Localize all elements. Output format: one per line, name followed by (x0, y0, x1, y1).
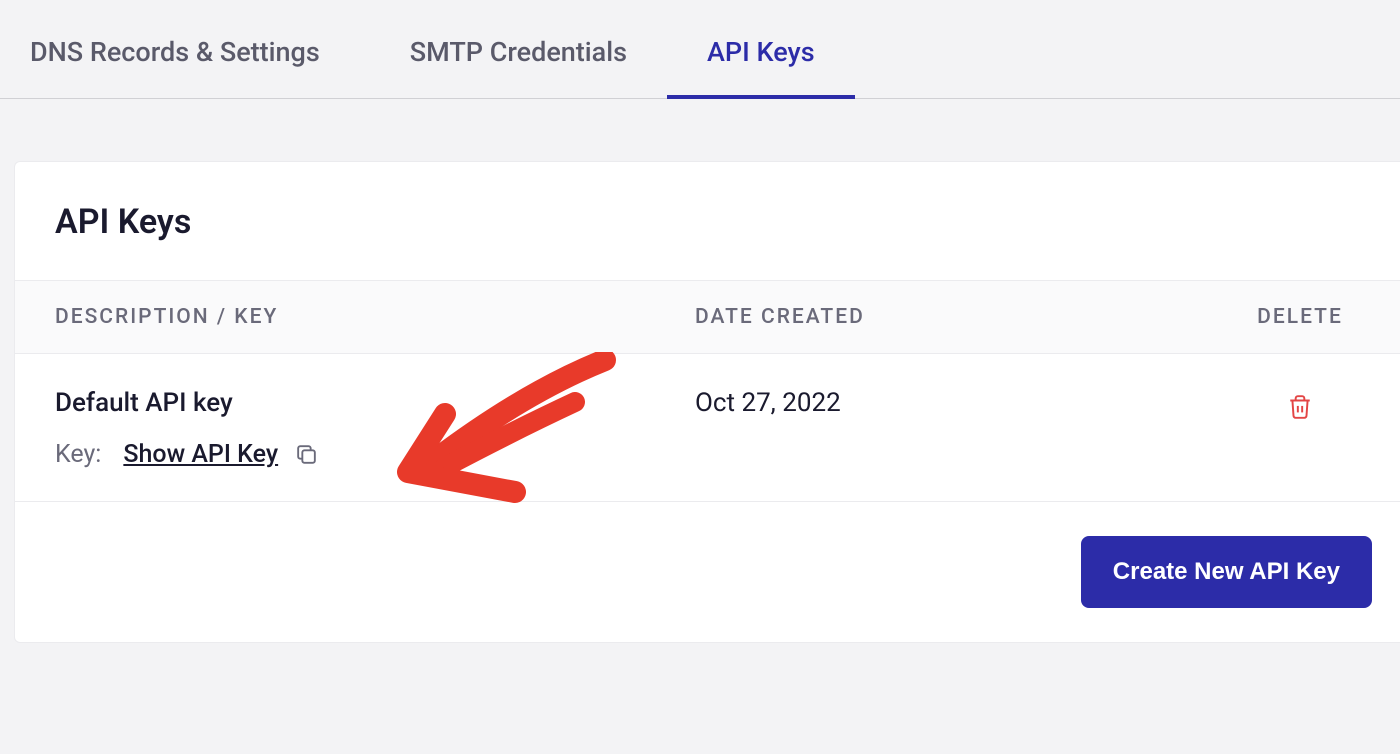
cell-date: Oct 27, 2022 (695, 388, 1240, 418)
tab-bar: DNS Records & Settings SMTP Credentials … (0, 0, 1400, 99)
card-footer: Create New API Key (15, 502, 1400, 642)
table-header: DESCRIPTION / KEY DATE CREATED DELETE (15, 280, 1400, 354)
tab-api-keys[interactable]: API Keys (667, 0, 855, 98)
tab-dns-records[interactable]: DNS Records & Settings (20, 0, 370, 98)
api-keys-card: API Keys DESCRIPTION / KEY DATE CREATED … (14, 161, 1400, 643)
column-header-delete: DELETE (1240, 305, 1360, 329)
tab-label: SMTP Credentials (410, 36, 627, 68)
column-header-date: DATE CREATED (695, 305, 1240, 329)
trash-icon[interactable] (1287, 394, 1313, 420)
copy-icon[interactable] (294, 442, 319, 467)
show-api-key-link[interactable]: Show API Key (123, 440, 278, 469)
key-row: Key: Show API Key (55, 440, 695, 469)
table-row: Default API key Key: Show API Key Oct 27… (15, 354, 1400, 502)
key-label: Key: (55, 440, 101, 469)
create-new-api-key-button[interactable]: Create New API Key (1081, 536, 1372, 608)
cell-description: Default API key Key: Show API Key (55, 388, 695, 469)
column-header-description: DESCRIPTION / KEY (55, 305, 695, 329)
api-key-name: Default API key (55, 388, 695, 418)
tab-smtp-credentials[interactable]: SMTP Credentials (370, 0, 667, 98)
card-title: API Keys (15, 162, 1400, 280)
tab-label: API Keys (707, 36, 815, 68)
cell-delete (1240, 388, 1360, 424)
tab-label: DNS Records & Settings (30, 36, 320, 68)
